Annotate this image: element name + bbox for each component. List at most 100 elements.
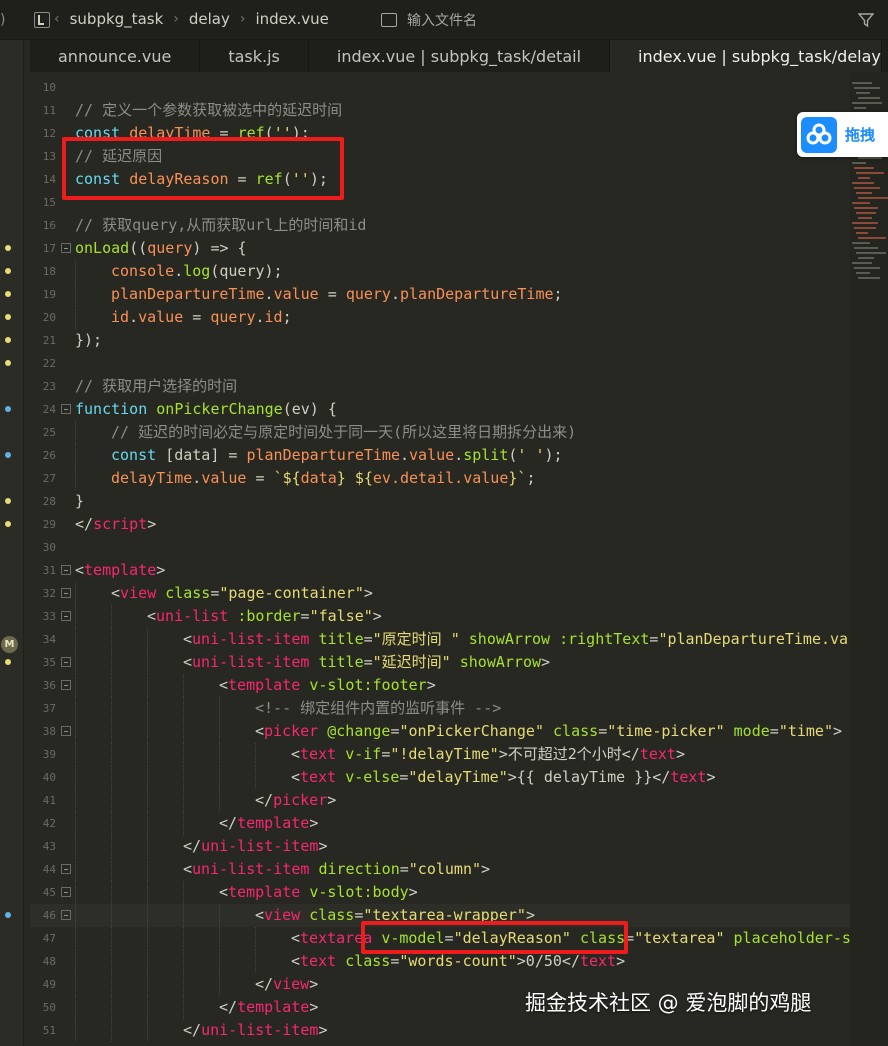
code-text: <view class="page-container"> (111, 584, 373, 602)
indent-guide (183, 996, 184, 1019)
indent-guide (219, 904, 220, 927)
code-line[interactable]: 22 (30, 352, 850, 375)
code-line[interactable]: 27 delayTime.value = `${data} ${ev.detail… (30, 467, 850, 490)
back-icon[interactable]: ) (0, 12, 5, 28)
code-line[interactable]: 32 <view class="page-container"> (30, 582, 850, 605)
indent-guide (75, 605, 76, 628)
code-line[interactable]: 33 <uni-list :border="false"> (30, 605, 850, 628)
code-line[interactable]: 11 // 定义一个参数获取被选中的延迟时间 (30, 99, 850, 122)
code-text: <picker @change="onPickerChange" class="… (255, 722, 843, 740)
indent-guide (147, 789, 148, 812)
indent-guide (183, 812, 184, 835)
tab-announce[interactable]: announce.vue (30, 40, 201, 72)
line-number: 48 (42, 955, 56, 968)
line-number: 26 (42, 449, 56, 462)
indent-guide (111, 1019, 112, 1042)
line-number: 24 (42, 403, 56, 416)
fold-toggle-icon[interactable] (61, 680, 71, 690)
code-line[interactable]: 24 function onPickerChange(ev) { (30, 398, 850, 421)
fold-toggle-icon[interactable] (61, 565, 71, 575)
code-line[interactable]: 35 <uni-list-item title="延迟时间" showArrow> (30, 651, 850, 674)
indent-guide (147, 996, 148, 1019)
title-bar: ) ‹ subpkg_task › delay › index.vue 输入文件… (0, 0, 888, 40)
indent-guide (183, 766, 184, 789)
code-line[interactable]: 18 console.log(query); (30, 260, 850, 283)
tab-task-js[interactable]: task.js (200, 40, 309, 72)
code-line[interactable]: 36 <template v-slot:footer> (30, 674, 850, 697)
minimap-line (854, 187, 880, 189)
tab-detail-index[interactable]: index.vue | subpkg_task/detail (309, 40, 611, 72)
fold-toggle-icon[interactable] (61, 910, 71, 920)
code-line[interactable]: 21}); (30, 329, 850, 352)
code-line[interactable]: 10 (30, 76, 850, 99)
indent-guide (75, 789, 76, 812)
fold-toggle-icon[interactable] (61, 887, 71, 897)
line-number: 14 (42, 173, 56, 186)
floating-widget[interactable]: 拖拽 (797, 112, 888, 157)
code-text: <text v-else="delayTime">{{ delayTime }}… (291, 768, 716, 786)
code-line[interactable]: 43 </uni-list-item> (30, 835, 850, 858)
code-line[interactable]: 31 <template> (30, 559, 850, 582)
line-number: 32 (42, 587, 56, 600)
code-line[interactable]: 19 planDepartureTime.value = query.planDe… (30, 283, 850, 306)
indent-guide (219, 973, 220, 996)
indent-guide (75, 628, 76, 651)
line-number: 27 (42, 472, 56, 485)
code-line[interactable]: 26 const [data] = planDepartureTime.value… (30, 444, 850, 467)
fold-toggle-icon[interactable] (61, 404, 71, 414)
minimap-line (858, 157, 882, 159)
indent-guide (111, 651, 112, 674)
fold-toggle-icon[interactable] (61, 864, 71, 874)
breadcrumb-item[interactable]: delay (189, 10, 230, 28)
code-line[interactable]: 45 <template v-slot:body> (30, 881, 850, 904)
line-number: 40 (42, 771, 56, 784)
indent-guide (75, 904, 76, 927)
fold-toggle-icon[interactable] (61, 588, 71, 598)
code-editor[interactable]: 10 11// 定义一个参数获取被选中的延迟时间 12 const delayTime… (30, 72, 850, 1046)
line-number: 51 (42, 1024, 56, 1037)
fold-toggle-icon[interactable] (61, 243, 71, 253)
code-text: id.value = query.id; (111, 308, 292, 326)
minimap[interactable] (850, 72, 888, 1046)
indent-guide (75, 1019, 76, 1042)
change-marker-dot (5, 360, 11, 366)
indent-guide (147, 973, 148, 996)
highlight-box-v-model (361, 921, 628, 954)
code-line[interactable]: 38 <picker @change="onPickerChange" class… (30, 720, 850, 743)
code-line[interactable]: 29 </script> (30, 513, 850, 536)
indent-guide (183, 720, 184, 743)
file-search-input[interactable]: 输入文件名 (381, 10, 477, 30)
code-line[interactable]: 41 </picker> (30, 789, 850, 812)
minimap-line (858, 97, 880, 99)
git-modified-badge: M (1, 636, 18, 653)
code-line[interactable]: 20 id.value = query.id; (30, 306, 850, 329)
code-line[interactable]: 28} (30, 490, 850, 513)
code-line[interactable]: 44 <uni-list-item direction="column"> (30, 858, 850, 881)
breadcrumb-item[interactable]: subpkg_task (70, 10, 164, 28)
minimap-line (852, 262, 872, 264)
code-line[interactable]: 34 <uni-list-item title="原定时间 " showArrow… (30, 628, 850, 651)
tab-delay-index[interactable]: index.vue | subpkg_task/delay (610, 40, 882, 72)
fold-toggle-icon[interactable] (61, 611, 71, 621)
fold-toggle-icon[interactable] (61, 726, 71, 736)
minimap-line (854, 207, 878, 209)
indent-guide (183, 789, 184, 812)
code-line[interactable]: 51 </uni-list-item> (30, 1019, 850, 1042)
minimap-line (852, 182, 874, 184)
code-line[interactable]: 40 <text v-else="delayTime">{{ delayTime … (30, 766, 850, 789)
code-line[interactable]: 16 // 获取query,从而获取url上的时间和id (30, 214, 850, 237)
code-line[interactable]: 42 </template> (30, 812, 850, 835)
minimap-line (856, 252, 886, 254)
code-line[interactable]: 39 <text v-if="!delayTime">不可超过2个小时</text… (30, 743, 850, 766)
code-line[interactable]: 23 // 获取用户选择的时间 (30, 375, 850, 398)
fold-toggle-icon[interactable] (61, 657, 71, 667)
code-line[interactable]: 37 <!-- 绑定组件内置的监听事件 --> (30, 697, 850, 720)
filter-icon[interactable] (858, 12, 874, 28)
breadcrumb-item[interactable]: index.vue (255, 10, 328, 28)
indent-guide (147, 720, 148, 743)
chevron-left-icon[interactable]: ‹ (54, 11, 60, 27)
code-line[interactable]: 17 onLoad((query) => { (30, 237, 850, 260)
file-search-placeholder: 输入文件名 (407, 13, 477, 29)
code-line[interactable]: 25 // 延迟的时间必定与原定时间处于同一天(所以这里将日期拆分出来) (30, 421, 850, 444)
code-line[interactable]: 30 (30, 536, 850, 559)
